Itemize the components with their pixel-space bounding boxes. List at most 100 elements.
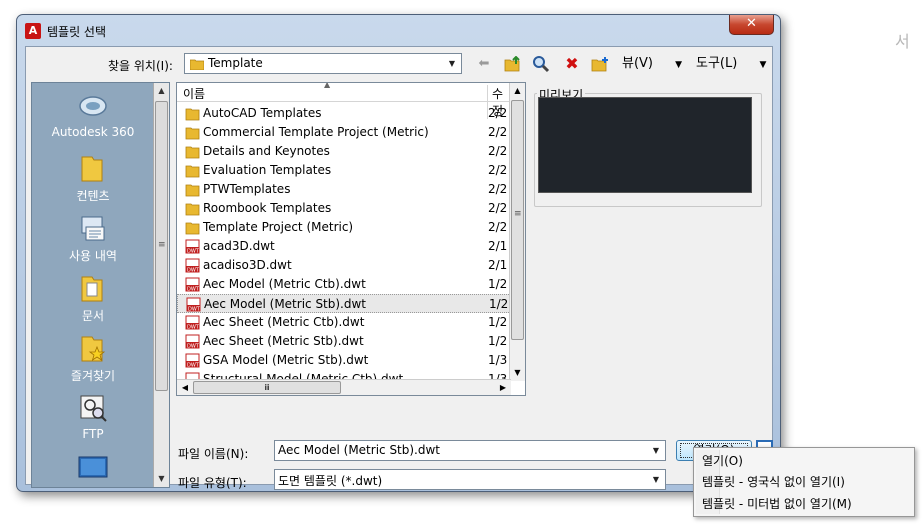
delete-x-icon: ✖ xyxy=(565,54,579,73)
back-arrow-icon: ⬅ xyxy=(478,56,490,71)
dwt-file-icon: DWT xyxy=(186,297,201,312)
place-label: FTP xyxy=(82,427,104,441)
views-menu-button[interactable]: 뷰(V) ▼ xyxy=(622,54,698,74)
menu-item-open-no-template-metric[interactable]: 템플릿 - 미터법 없이 열기(M) xyxy=(702,494,852,514)
place-history[interactable]: 사용 내역 xyxy=(32,213,154,264)
look-in-combo[interactable]: Template ▼ xyxy=(184,53,462,74)
look-in-label: 찾을 위치(I): xyxy=(108,59,173,73)
file-name: acadiso3D.dwt xyxy=(203,258,292,272)
scrollbar-thumb[interactable]: ⅲ xyxy=(193,381,341,394)
file-row[interactable]: DWT Aec Sheet (Metric Ctb).dwt 1/2 xyxy=(177,313,511,332)
close-button[interactable]: ✕ xyxy=(729,15,774,35)
place-ftp[interactable]: FTP xyxy=(32,393,154,441)
folder-icon xyxy=(185,127,200,140)
back-button[interactable]: ⬅ xyxy=(474,54,494,74)
file-row[interactable]: DWT GSA Model (Metric Stb).dwt 1/3 xyxy=(177,351,511,370)
file-row[interactable]: Commercial Template Project (Metric) 2/2 xyxy=(177,123,511,142)
up-one-level-button[interactable] xyxy=(503,54,523,74)
scroll-left-icon[interactable]: ◀ xyxy=(177,380,193,395)
file-date: 2/2 xyxy=(488,182,508,196)
preview-image xyxy=(538,97,752,193)
place-documents[interactable]: 문서 xyxy=(32,273,154,324)
scrollbar-thumb[interactable]: ≡ xyxy=(155,101,168,391)
file-list: ▲ 이름 수정 AutoCAD Templates 2/2 Commercial T… xyxy=(176,82,526,396)
folder-icon xyxy=(190,59,204,70)
file-date: 2/2 xyxy=(488,220,508,234)
views-label: 뷰(V) xyxy=(622,56,653,71)
folder-icon xyxy=(185,184,200,197)
title-bar[interactable]: A 템플릿 선택 ✕ xyxy=(17,15,780,45)
tools-label: 도구(L) xyxy=(696,56,738,71)
new-folder-icon xyxy=(591,57,608,72)
file-name-input[interactable]: Aec Model (Metric Stb).dwt ▼ xyxy=(274,440,666,461)
file-row[interactable]: DWT acad3D.dwt 2/1 xyxy=(177,237,511,256)
dwt-file-icon: DWT xyxy=(185,315,200,330)
chevron-down-icon: ▼ xyxy=(759,60,767,70)
svg-text:DWT: DWT xyxy=(187,287,200,293)
scroll-up-icon[interactable]: ▲ xyxy=(510,83,525,99)
look-in-value: Template xyxy=(208,56,263,70)
file-row[interactable]: DWT Aec Model (Metric Ctb).dwt 1/2 xyxy=(177,275,511,294)
tools-menu-button[interactable]: 도구(L) ▼ xyxy=(696,54,774,74)
place-label: 컨텐츠 xyxy=(76,189,110,203)
dwt-file-icon: DWT xyxy=(185,239,200,254)
file-row[interactable]: Evaluation Templates 2/2 xyxy=(177,161,511,180)
file-date: 2/1 xyxy=(488,258,508,272)
create-new-folder-button[interactable] xyxy=(590,54,610,74)
file-row[interactable]: Details and Keynotes 2/2 xyxy=(177,142,511,161)
file-type-value: 도면 템플릿 (*.dwt) xyxy=(278,474,383,488)
file-rows: AutoCAD Templates 2/2 Commercial Template … xyxy=(177,104,511,389)
search-web-button[interactable] xyxy=(531,54,551,74)
chevron-down-icon[interactable]: ▼ xyxy=(649,443,663,458)
file-name-value: Aec Model (Metric Stb).dwt xyxy=(278,443,441,457)
file-name: GSA Model (Metric Stb).dwt xyxy=(203,353,369,367)
file-row[interactable]: PTWTemplates 2/2 xyxy=(177,180,511,199)
scroll-up-icon[interactable]: ▲ xyxy=(154,83,169,99)
file-row[interactable]: DWT Aec Sheet (Metric Stb).dwt 1/2 xyxy=(177,332,511,351)
place-label: 문서 xyxy=(81,309,105,323)
file-row[interactable]: Template Project (Metric) 2/2 xyxy=(177,218,511,237)
file-name-label: 파일 이름(N): xyxy=(178,447,249,461)
file-date: 1/2 xyxy=(488,334,508,348)
file-row[interactable]: Roombook Templates 2/2 xyxy=(177,199,511,218)
file-date: 1/2 xyxy=(489,297,509,311)
folder-icon xyxy=(185,165,200,178)
folder-icon xyxy=(185,222,200,235)
file-row[interactable]: DWT Aec Model (Metric Stb).dwt 1/2 xyxy=(177,294,511,313)
menu-item-open[interactable]: 열기(O) xyxy=(702,451,743,471)
place-label: 사용 내역 xyxy=(69,249,117,263)
select-template-dialog: A 템플릿 선택 ✕ 찾을 위치(I): Template ▼ ⬅ ✖ 뷰(V)… xyxy=(16,14,781,492)
place-desktop[interactable] xyxy=(32,453,154,487)
place-autodesk-360[interactable]: Autodesk 360 xyxy=(32,91,154,139)
scroll-right-icon[interactable]: ▶ xyxy=(495,380,511,395)
dialog-client-area: 찾을 위치(I): Template ▼ ⬅ ✖ 뷰(V) ▼ 도구(L) ▼ … xyxy=(25,46,774,490)
scroll-down-icon[interactable]: ▼ xyxy=(154,471,169,487)
file-type-combo[interactable]: 도면 템플릿 (*.dwt) ▼ xyxy=(274,469,666,490)
places-scrollbar[interactable]: ▲ ≡ ▼ xyxy=(153,83,169,487)
column-name-header[interactable]: 이름 xyxy=(183,85,205,102)
background-side-text: 서 xyxy=(895,32,910,51)
file-name: AutoCAD Templates xyxy=(203,106,322,120)
file-row[interactable]: AutoCAD Templates 2/2 xyxy=(177,104,511,123)
folder-icon xyxy=(185,203,200,216)
scroll-down-icon[interactable]: ▼ xyxy=(510,365,525,381)
place-favorites[interactable]: 즐겨찾기 xyxy=(32,333,154,384)
search-icon xyxy=(533,56,550,73)
place-content[interactable]: 컨텐츠 xyxy=(32,153,154,204)
open-options-menu: 열기(O) 템플릿 - 영국식 없이 열기(I) 템플릿 - 미터법 없이 열기… xyxy=(693,447,915,517)
file-row[interactable]: DWT acadiso3D.dwt 2/1 xyxy=(177,256,511,275)
scrollbar-thumb[interactable]: ≡ xyxy=(511,100,524,340)
chevron-down-icon[interactable]: ▼ xyxy=(445,56,459,71)
chevron-down-icon[interactable]: ▼ xyxy=(649,472,663,487)
menu-item-open-no-template-imperial[interactable]: 템플릿 - 영국식 없이 열기(I) xyxy=(702,472,845,492)
history-icon xyxy=(81,216,105,241)
file-date: 2/2 xyxy=(488,125,508,139)
delete-button[interactable]: ✖ xyxy=(562,54,582,74)
file-date: 1/2 xyxy=(488,277,508,291)
file-name: Commercial Template Project (Metric) xyxy=(203,125,429,139)
folder-icon xyxy=(185,108,200,121)
file-list-horizontal-scrollbar[interactable]: ◀ ⅲ ▶ xyxy=(177,379,511,395)
file-list-vertical-scrollbar[interactable]: ▲ ≡ ▼ xyxy=(509,83,525,381)
place-label: 즐겨찾기 xyxy=(70,369,116,383)
file-name: Template Project (Metric) xyxy=(203,220,354,234)
